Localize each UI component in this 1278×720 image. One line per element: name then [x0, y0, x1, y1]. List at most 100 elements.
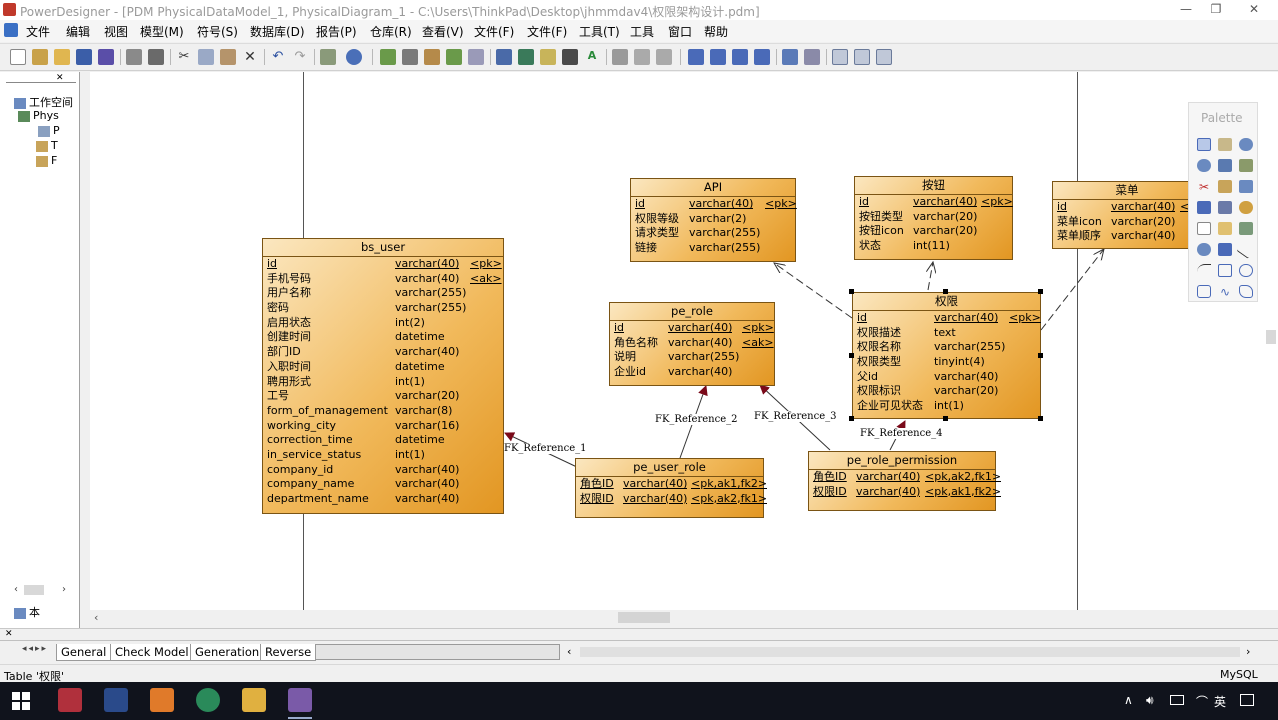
zoom-in-icon[interactable]: [732, 49, 748, 65]
menu-report[interactable]: 报告(P): [316, 23, 357, 40]
column-row[interactable]: form_of_management varchar(8): [263, 404, 503, 419]
table-pe-user-role[interactable]: pe_user_role 角色ID varchar(40) <pk,ak1,fk2>…: [575, 458, 767, 518]
column-row[interactable]: 创建时间 datetime: [263, 330, 503, 345]
undo-icon[interactable]: ↶: [270, 49, 286, 65]
tab-scroll-icon[interactable]: ◂◂▸▸: [22, 644, 50, 658]
zoom-out-icon[interactable]: [754, 49, 770, 65]
tabs-scroll-track[interactable]: [315, 644, 560, 660]
output-close-icon[interactable]: ✕: [5, 629, 13, 639]
tree-child-1[interactable]: P: [38, 124, 60, 137]
menu-help[interactable]: 帮助: [704, 23, 728, 40]
selection-handle[interactable]: [943, 289, 948, 294]
menu-view-2[interactable]: 查看(V): [422, 23, 464, 40]
selection-handle[interactable]: [1038, 353, 1043, 358]
menu-tools[interactable]: 工具(T): [579, 23, 620, 40]
zoom-page-icon[interactable]: [710, 49, 726, 65]
table-api[interactable]: API id varchar(40) <pk> 权限等级 varchar(2) 请求类型 v…: [630, 178, 797, 262]
table-pe-role-permission[interactable]: pe_role_permission 角色ID varchar(40) <pk,ak…: [808, 451, 1001, 511]
column-row[interactable]: department_name varchar(40): [263, 492, 503, 507]
scroll-left-icon[interactable]: ‹: [94, 611, 98, 624]
reference-tool-icon[interactable]: [1218, 201, 1232, 214]
table-permission[interactable]: 权限 id varchar(40) <pk> 权限描述 text 权限名称 varchar(…: [852, 292, 1041, 419]
shape-tool-icon[interactable]: [1197, 243, 1211, 256]
polyline-tool-icon[interactable]: ∿: [1218, 285, 1232, 299]
close-window-button[interactable]: ✕: [1244, 2, 1264, 18]
tray-up-icon[interactable]: ∧: [1124, 693, 1133, 707]
paste-icon[interactable]: [220, 49, 236, 65]
menu-repository[interactable]: 仓库(R): [370, 23, 412, 40]
text-tool-icon[interactable]: [1218, 243, 1232, 256]
tree-child-2[interactable]: T: [36, 139, 58, 152]
column-row[interactable]: 权限标识 varchar(20): [853, 384, 1040, 399]
output-scrollbar[interactable]: [580, 647, 1240, 657]
column-row[interactable]: 权限等级 varchar(2): [631, 212, 795, 227]
selection-handle[interactable]: [849, 416, 854, 421]
table-button[interactable]: 按钮 id varchar(40) <pk> 按钮类型 varchar(20) 按钮ico…: [854, 176, 1013, 260]
print-icon[interactable]: [148, 49, 164, 65]
selection-handle[interactable]: [1038, 289, 1043, 294]
column-row[interactable]: 父id varchar(40): [853, 370, 1040, 385]
check-icon[interactable]: [468, 49, 484, 65]
view-tool-icon[interactable]: [1197, 201, 1211, 214]
package-icon[interactable]: [402, 49, 418, 65]
column-row[interactable]: 权限ID varchar(40) <pk,ak2,fk1>: [576, 492, 767, 507]
column-row[interactable]: 部门ID varchar(40): [263, 345, 503, 360]
scroll-right-icon[interactable]: ›: [62, 584, 66, 595]
column-row[interactable]: 角色名称 varchar(40) <ak>: [610, 336, 774, 351]
note-tool-icon[interactable]: [1218, 222, 1232, 235]
ime-indicator[interactable]: 英: [1214, 693, 1226, 710]
column-row[interactable]: 聘用形式 int(1): [263, 375, 503, 390]
intellij-icon[interactable]: [58, 688, 82, 712]
save-all-icon[interactable]: [98, 49, 114, 65]
file-explorer-icon[interactable]: [242, 688, 266, 712]
menu-database[interactable]: 数据库(D): [250, 23, 305, 40]
column-row[interactable]: idvarchar(40)<p: [1053, 200, 1201, 215]
selection-handle[interactable]: [943, 416, 948, 421]
column-row[interactable]: 用户名称 varchar(255): [263, 286, 503, 301]
menu-reference-line[interactable]: [1040, 249, 1104, 331]
visual-studio-icon[interactable]: [104, 688, 128, 712]
menu-tools-2[interactable]: 工具: [630, 23, 654, 40]
align-2-icon[interactable]: [634, 49, 650, 65]
tab-general[interactable]: General: [56, 644, 112, 661]
column-row[interactable]: 启用状态 int(2): [263, 316, 503, 331]
battery-icon[interactable]: [1170, 695, 1184, 705]
zoom-out-tool-icon[interactable]: [1197, 159, 1211, 172]
tree-model[interactable]: Phys: [18, 109, 59, 122]
selection-handle[interactable]: [1038, 416, 1043, 421]
scroll-left-icon[interactable]: ‹: [14, 584, 18, 595]
procedure-tool-icon[interactable]: [1239, 201, 1253, 214]
menu-file-3[interactable]: 文件(F): [527, 23, 567, 40]
column-row[interactable]: id varchar(40) <pk>: [263, 257, 503, 272]
tree-workspace[interactable]: 工作空间: [14, 94, 73, 110]
column-row[interactable]: 菜单icon varchar(20): [1053, 215, 1201, 230]
output-scroll-left-icon[interactable]: ‹: [567, 645, 571, 658]
restore-button[interactable]: ❐: [1206, 2, 1226, 18]
menu-window[interactable]: 窗口: [668, 23, 692, 40]
diagram-canvas[interactable]: FK_Reference_1 FK_Reference_2 FK_Referen…: [90, 72, 1278, 610]
link-icon[interactable]: [562, 49, 578, 65]
column-row[interactable]: 状态 int(11): [855, 239, 1012, 254]
arc-tool-icon[interactable]: [1197, 264, 1211, 277]
frame-icon[interactable]: [496, 49, 512, 65]
delete-tool-icon[interactable]: ✂: [1197, 180, 1211, 194]
notification-icon[interactable]: [1240, 694, 1254, 706]
properties-tool-icon[interactable]: [1239, 159, 1253, 172]
rounded-rectangle-tool-icon[interactable]: [1197, 285, 1211, 298]
column-row[interactable]: company_name varchar(40): [263, 477, 503, 492]
new-icon[interactable]: [10, 49, 26, 65]
column-row[interactable]: 权限ID varchar(40) <pk,ak1,fk2>: [809, 485, 1001, 500]
windows-start-icon[interactable]: [12, 692, 30, 710]
layout-2-icon[interactable]: [804, 49, 820, 65]
browser-scrollbar[interactable]: [24, 585, 44, 595]
column-row[interactable]: id varchar(40) <pk>: [631, 197, 797, 212]
column-row[interactable]: correction_time datetime: [263, 433, 503, 448]
menu-symbol[interactable]: 符号(S): [197, 23, 238, 40]
tab-check-model[interactable]: Check Model: [110, 644, 194, 661]
menu-view[interactable]: 视图: [104, 23, 128, 40]
column-row[interactable]: 说明 varchar(255): [610, 350, 774, 365]
layout-icon[interactable]: [782, 49, 798, 65]
tree-child-3[interactable]: F: [36, 154, 57, 167]
column-row[interactable]: 请求类型 varchar(255): [631, 226, 795, 241]
grid-icon[interactable]: [518, 49, 534, 65]
